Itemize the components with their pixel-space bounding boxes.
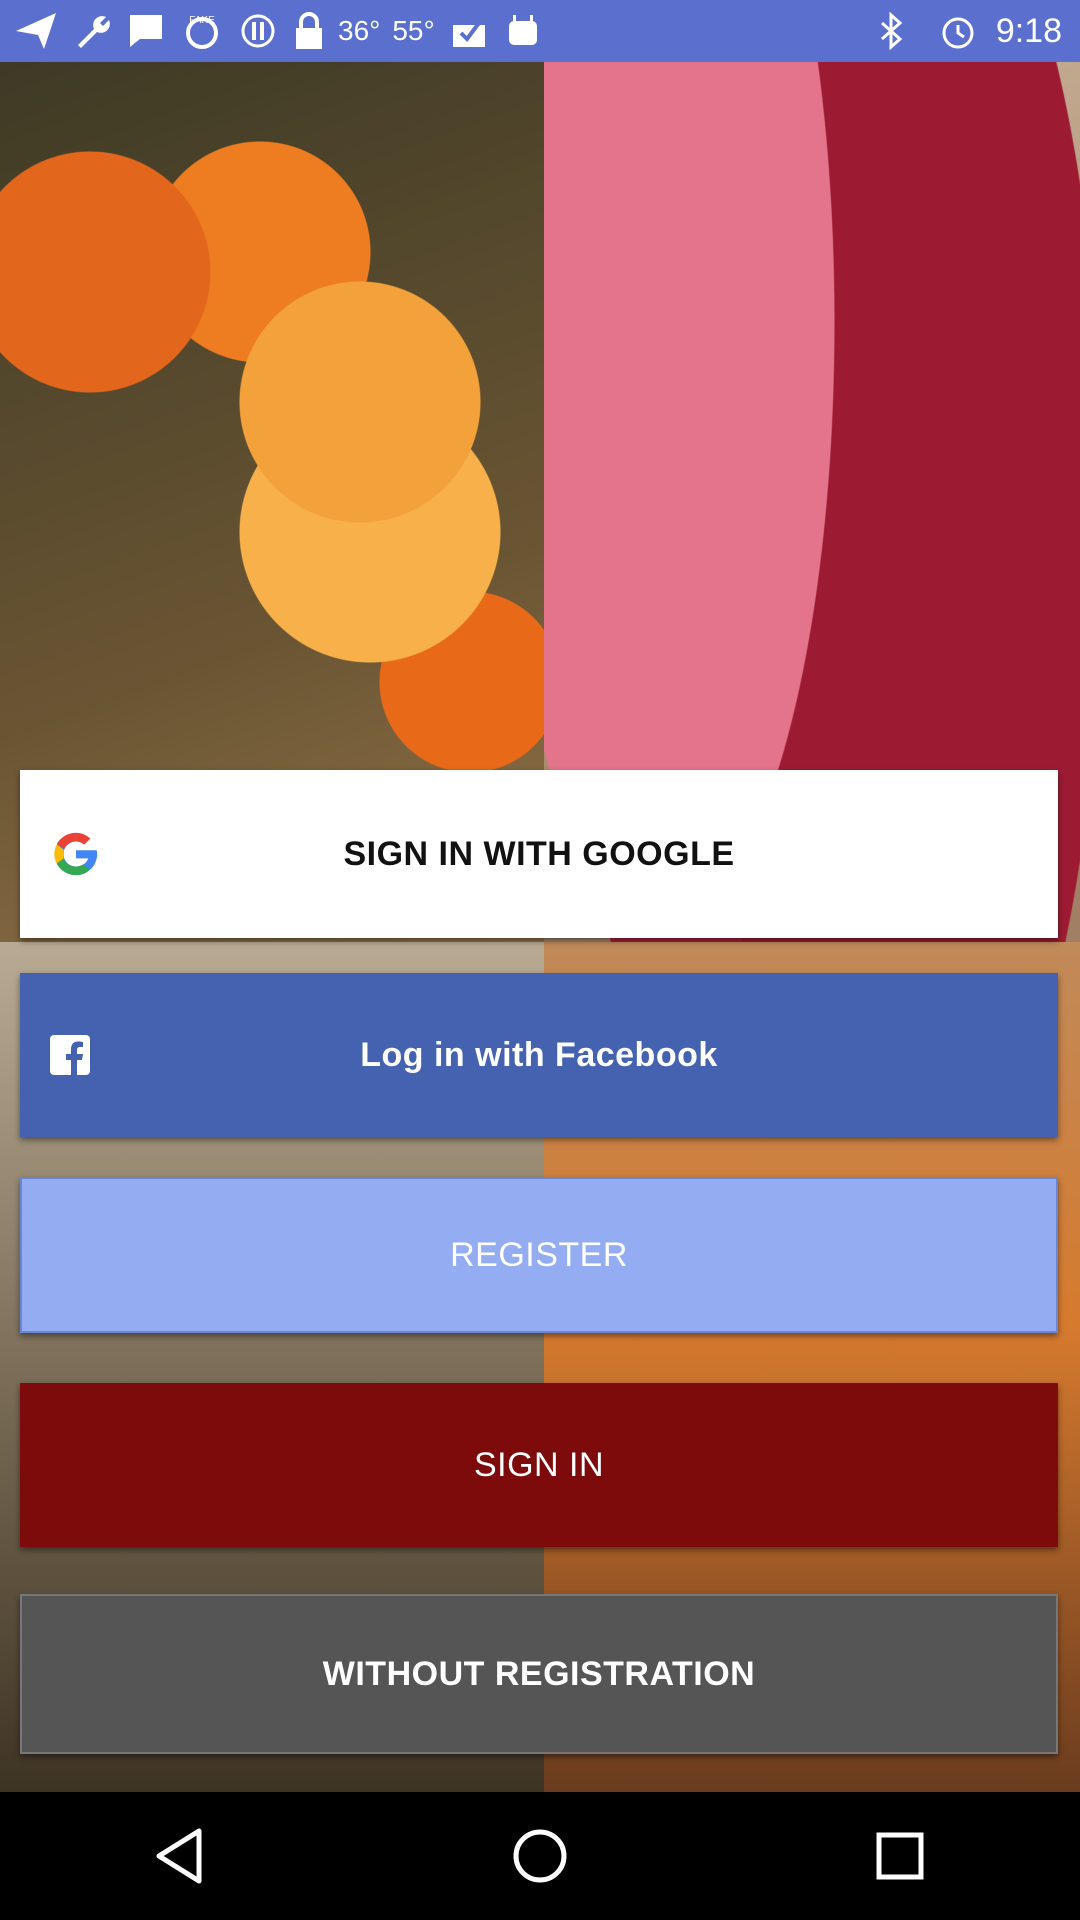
lock-icon	[292, 11, 326, 51]
wrench-icon	[72, 11, 112, 51]
status-bar: FAKE 36° 55° 9:18	[0, 0, 1080, 62]
facebook-login-button[interactable]: Log in with Facebook	[20, 973, 1058, 1137]
message-icon	[126, 11, 166, 51]
without-registration-label: WITHOUT REGISTRATION	[322, 1654, 756, 1693]
navigation-icon	[14, 11, 58, 51]
fake-gps-icon: FAKE	[180, 11, 224, 51]
android-icon	[503, 11, 543, 51]
svg-text:FAKE: FAKE	[189, 15, 215, 26]
clock: 9:18	[995, 11, 1062, 50]
home-icon[interactable]	[480, 1806, 600, 1906]
navigation-bar	[0, 1792, 1080, 1920]
google-icon	[50, 828, 102, 880]
alarm-icon	[938, 11, 978, 51]
facebook-icon	[50, 1035, 90, 1075]
sign-in-button[interactable]: SIGN IN	[20, 1383, 1058, 1547]
temperature-1: 36°	[338, 15, 381, 46]
recents-icon[interactable]	[840, 1806, 960, 1906]
back-icon[interactable]	[120, 1806, 240, 1906]
without-registration-button[interactable]: WITHOUT REGISTRATION	[20, 1594, 1058, 1754]
checkbox-icon	[449, 11, 489, 51]
google-sign-in-label: SIGN IN WITH GOOGLE	[343, 834, 735, 873]
register-button[interactable]: REGISTER	[20, 1177, 1058, 1333]
google-sign-in-button[interactable]: SIGN IN WITH GOOGLE	[20, 770, 1058, 938]
facebook-login-label: Log in with Facebook	[360, 1035, 718, 1074]
bluetooth-icon	[876, 11, 906, 51]
temperature-2: 55°	[392, 15, 435, 46]
sign-in-label: SIGN IN	[473, 1445, 605, 1484]
register-label: REGISTER	[450, 1235, 628, 1274]
sync-icon	[238, 11, 278, 51]
